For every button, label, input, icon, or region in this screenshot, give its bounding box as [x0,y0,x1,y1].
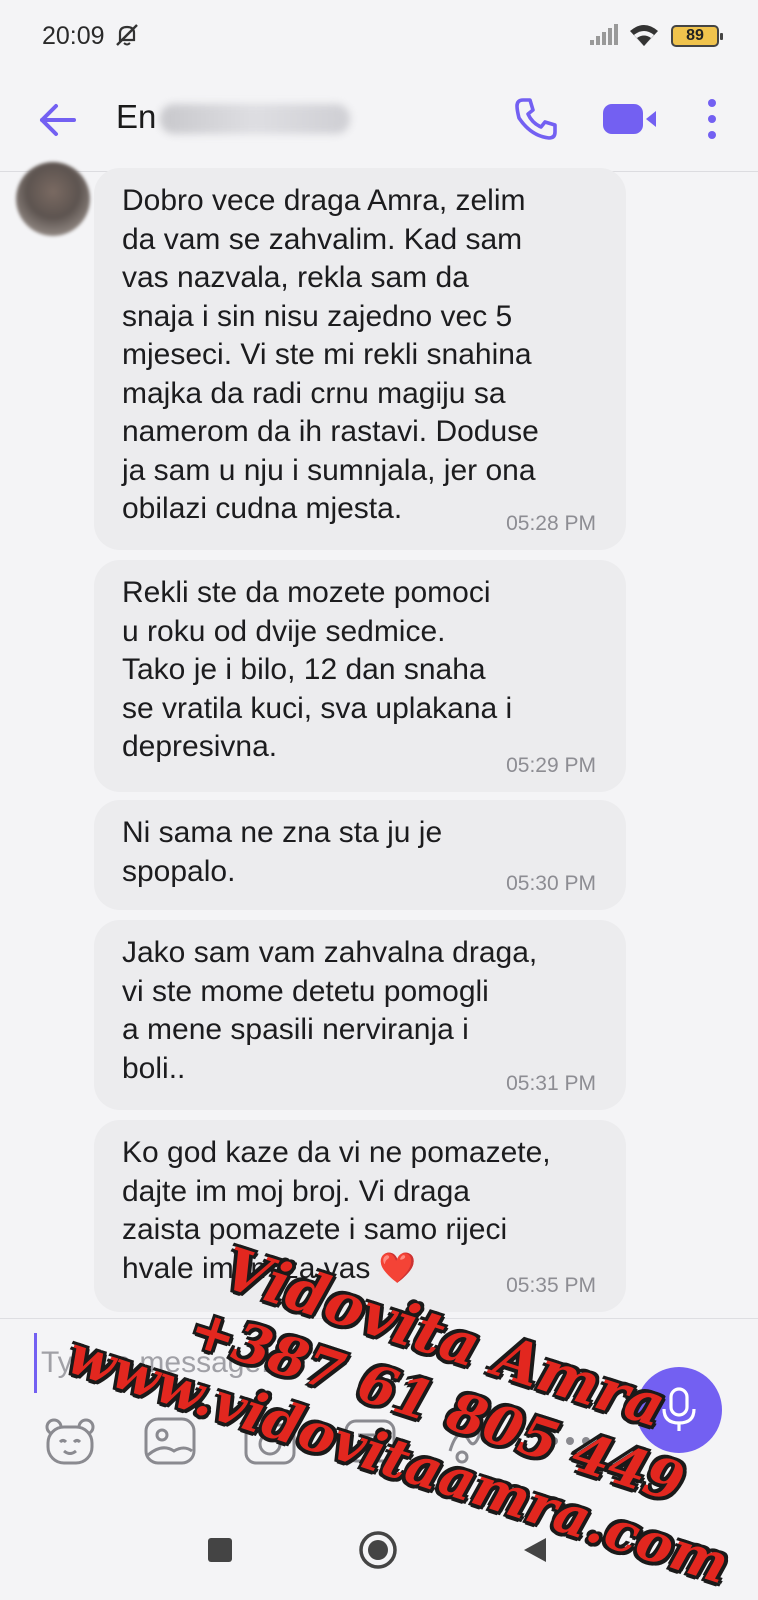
message-bubble[interactable]: Ni sama ne zna sta ju je spopalo. 05:30 … [94,800,626,910]
message-time: 05:35 PM [506,1274,596,1297]
status-bar: 20:09 89 [0,0,758,72]
status-time: 20:09 [42,22,105,50]
message-text: Ko god kaze da vi ne pomazete, dajte im … [122,1136,551,1285]
dnd-icon [114,22,140,53]
contact-name-blur [160,104,351,135]
wifi-icon [628,22,660,53]
recents-square-icon[interactable] [200,1530,240,1570]
message-text: Rekli ste da mozete pomoci u roku od dvi… [122,576,513,763]
contact-name[interactable]: En [116,98,351,136]
battery-icon: 89 [671,25,723,47]
phone-icon[interactable] [513,96,559,142]
video-camera-icon[interactable] [601,96,661,142]
back-arrow-icon[interactable] [36,97,82,143]
avatar[interactable] [16,162,90,236]
message-bubble[interactable]: Jako sam vam zahvalna draga, vi ste mome… [94,920,626,1110]
message-time: 05:31 PM [506,1072,596,1095]
message-bubble[interactable]: Dobro vece draga Amra, zelim da vam se z… [94,168,626,550]
message-time: 05:30 PM [506,872,596,895]
message-bubble[interactable]: Rekli ste da mozete pomoci u roku od dvi… [94,560,626,792]
sticker-bear-icon[interactable] [40,1411,100,1471]
home-circle-icon[interactable] [358,1530,398,1570]
message-text: Jako sam vam zahvalna draga, vi ste mome… [122,936,538,1085]
signal-icon [590,24,620,51]
more-vert-icon[interactable] [700,94,724,144]
message-time: 05:29 PM [506,754,596,777]
chat-header: En [0,72,758,172]
message-time: 05:28 PM [506,512,596,535]
contact-name-text: En [116,98,157,135]
message-text: Dobro vece draga Amra, zelim da vam se z… [122,184,539,525]
